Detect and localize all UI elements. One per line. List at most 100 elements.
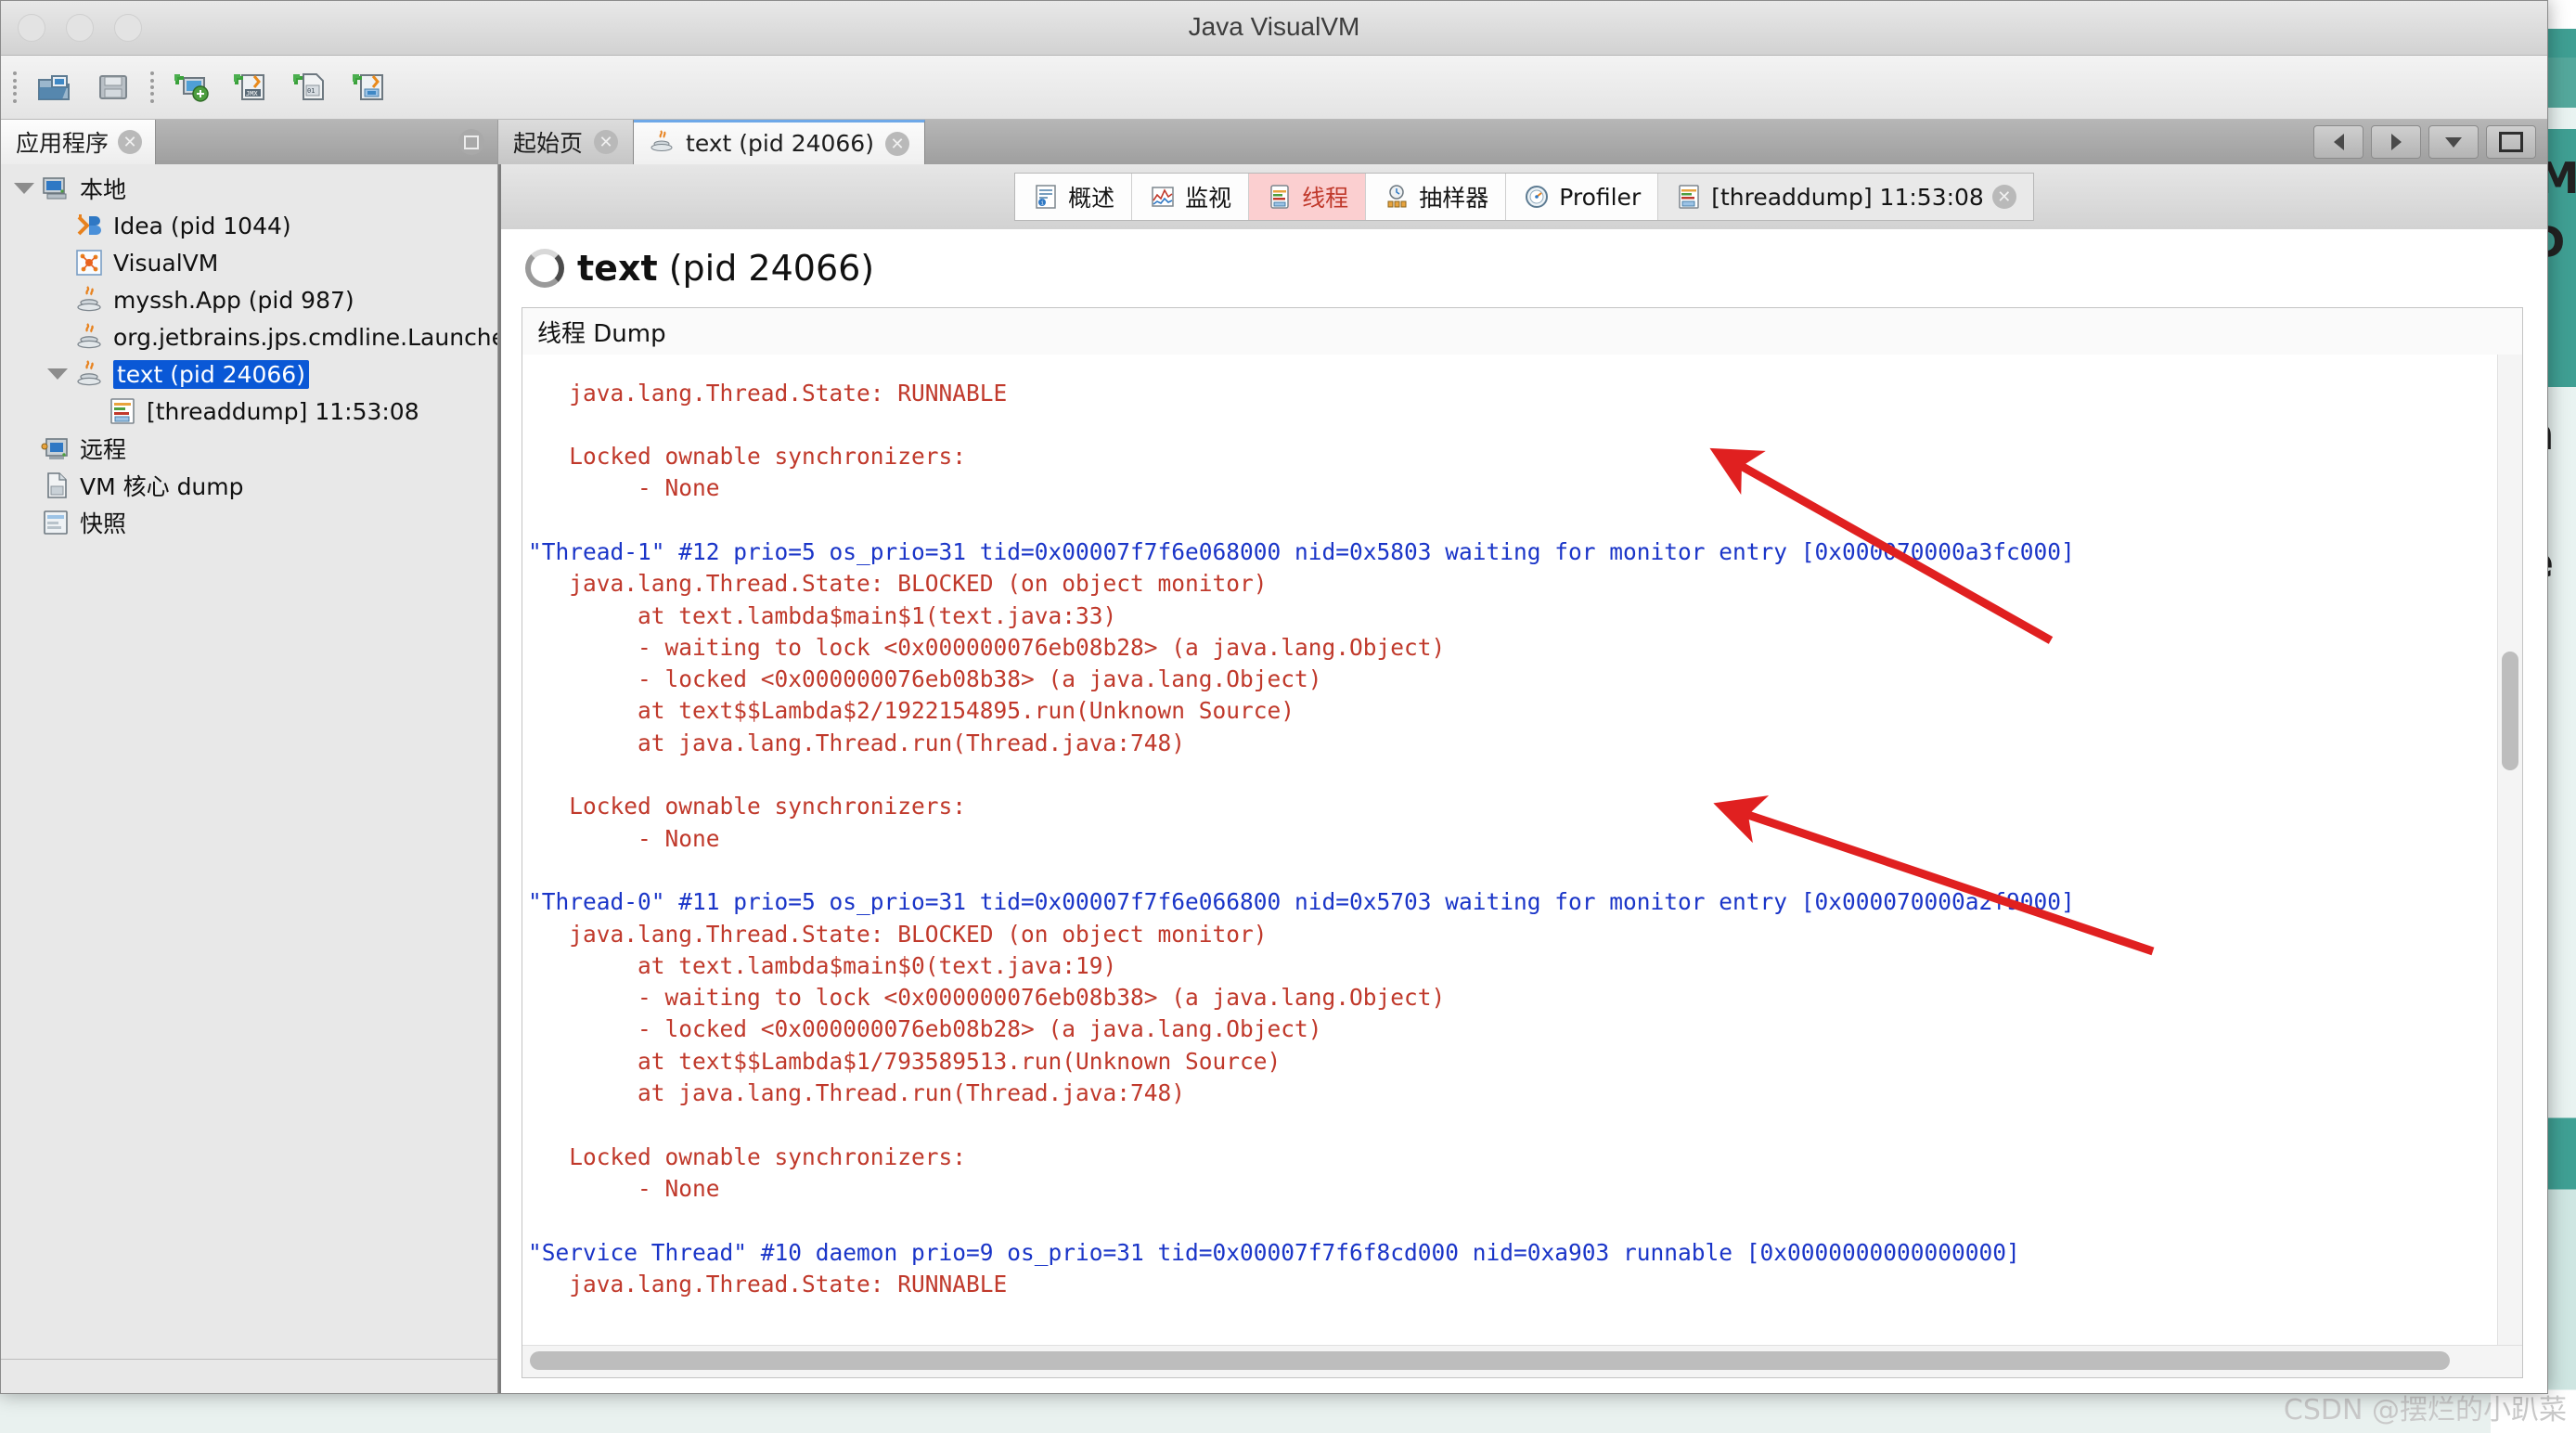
applications-tab-row: 应用程序 ✕ [1,120,497,164]
tab-sampler-label: 抽样器 [1419,185,1489,212]
tree-item-9[interactable]: 快照 [1,504,497,541]
tab-scroll-right-button[interactable] [2371,125,2421,159]
page-title-pid: (pid 24066) [657,248,875,289]
tab-profiler-label: Profiler [1559,183,1642,211]
chevron-down-icon[interactable] [45,362,70,386]
tree-item-5[interactable]: text (pid 24066) [1,355,497,393]
maximize-panel-button[interactable] [2486,125,2536,159]
svg-text:i: i [1041,200,1045,207]
save-icon[interactable] [88,62,138,112]
dump-line: java.lang.Thread.State: BLOCKED (on obje… [528,920,1268,948]
thread-dump-scroll-area[interactable]: java.lang.Thread.State: RUNNABLE Locked … [522,355,2522,1345]
tree-item-7[interactable]: 远程 [1,430,497,467]
tab-scroll-left-button[interactable] [2313,125,2363,159]
window-body: 应用程序 ✕ 本地 Idea (pid 1044) VisualVM myssh.Ap… [1,120,2547,1393]
tree-item-label: VM 核心 dump [80,473,244,500]
tree-item-2[interactable]: VisualVM [1,244,497,281]
dump-line: java.lang.Thread.State: BLOCKED (on obje… [528,570,1268,598]
tab-text-pid[interactable]: text (pid 24066) ✕ [634,120,925,164]
open-file-icon[interactable] [29,62,79,112]
tab-start-page[interactable]: 起始页 ✕ [498,120,635,164]
tab-start-page-label: 起始页 [513,130,584,157]
add-jmx-connection-icon[interactable]: JMX [225,62,276,112]
coredump-icon [40,470,71,501]
dump-line: Locked ownable synchronizers: [528,1143,967,1170]
tree-item-3[interactable]: myssh.App (pid 987) [1,281,497,318]
svg-text:JMX: JMX [246,90,258,97]
dump-line: at java.lang.Thread.run(Thread.java:748) [528,1079,1186,1107]
tree-item-4[interactable]: org.jetbrains.jps.cmdline.Launcher ( [1,318,497,355]
java-icon [73,358,105,390]
dump-thread-header: "Thread-1" #12 prio=5 os_prio=31 tid=0x0… [528,537,2075,565]
tab-profiler[interactable]: Profiler [1506,174,1659,220]
close-icon[interactable]: ✕ [1991,185,2016,209]
vertical-scrollbar[interactable] [2497,355,2522,1345]
add-heapdump-icon[interactable] [344,62,394,112]
toolbar-grip-2[interactable] [148,69,157,106]
thread-dump-text[interactable]: java.lang.Thread.State: RUNNABLE Locked … [522,378,2497,1323]
window-title-bar: Java VisualVM [1,1,2547,56]
tab-monitor-label: 监视 [1185,185,1232,212]
dump-line: - None [528,474,720,502]
tab-overview[interactable]: i 概述 [1015,174,1133,220]
tab-threaddump[interactable]: [threaddump] 11:53:08 ✕ [1658,174,2033,220]
tab-threads-label: 线程 [1302,185,1349,212]
threads-icon [1266,183,1294,211]
tab-applications-label: 应用程序 [16,130,109,157]
visualvm-window: Java VisualVM JMX 01 应用程序 ✕ 本地 Idea (pid… [0,0,2548,1394]
thread-dump-box: 线程 Dump java.lang.Thread.State: RUNNABLE… [522,307,2523,1378]
content-area: i 概述 监视 线程 抽样器 Profiler [threaddump] 11:… [498,164,2547,1393]
tab-list-dropdown-button[interactable] [2428,125,2479,159]
dump-thread-header: "Thread-0" #11 prio=5 os_prio=31 tid=0x0… [528,888,2075,916]
window-title: Java VisualVM [1188,12,1360,41]
applications-panel: 应用程序 ✕ 本地 Idea (pid 1044) VisualVM myssh.Ap… [1,120,498,1393]
dump-line: at text$$Lambda$2/1922154895.run(Unknown… [528,697,1295,725]
applications-panel-footer [1,1359,497,1393]
horizontal-scrollbar-thumb[interactable] [530,1351,2450,1370]
close-icon[interactable]: ✕ [594,130,619,154]
sub-tab-bar: i 概述 监视 线程 抽样器 Profiler [threaddump] 11:… [501,164,2547,229]
idea-icon [73,210,105,241]
tab-applications[interactable]: 应用程序 ✕ [1,120,157,164]
close-icon[interactable]: ✕ [884,131,909,156]
applications-tab-filler [156,120,497,164]
dump-line: - locked <0x000000076eb08b38> (a java.la… [528,665,1322,693]
vertical-scrollbar-thumb[interactable] [2502,652,2518,770]
dump-thread-header: "Service Thread" #10 daemon prio=9 os_pr… [528,1238,2020,1266]
tree-item-8[interactable]: VM 核心 dump [1,467,497,504]
tab-sampler[interactable]: 抽样器 [1366,174,1507,220]
threaddump-icon [1675,183,1703,211]
java-icon [73,284,105,316]
chevron-down-icon[interactable] [12,176,36,200]
dump-line: - waiting to lock <0x000000076eb08b28> (… [528,633,1446,661]
visualvm-icon [73,247,105,278]
dump-line: at text.lambda$main$0(text.java:19) [528,951,1117,979]
tree-item-label: VisualVM [113,249,219,277]
close-icon[interactable]: ✕ [118,130,143,154]
sampler-icon [1383,183,1410,211]
tab-threads[interactable]: 线程 [1249,174,1367,220]
document-tab-row: 起始页 ✕ text (pid 24066) ✕ [498,120,2547,164]
tree-item-label: 快照 [80,510,127,537]
tree-item-0[interactable]: 本地 [1,170,497,207]
sub-tabs[interactable]: i 概述 监视 线程 抽样器 Profiler [threaddump] 11:… [1014,173,2034,221]
applications-tree[interactable]: 本地 Idea (pid 1044) VisualVM myssh.App (pid … [1,164,497,1359]
add-vm-coredump-icon[interactable]: 01 [285,62,335,112]
toolbar-grip[interactable] [10,69,19,106]
add-jmx-host-icon[interactable] [166,62,216,112]
tree-item-label: myssh.App (pid 987) [113,286,354,314]
minimize-panel-icon[interactable] [458,129,484,155]
computer-icon [40,173,71,204]
tab-threaddump-label: [threaddump] 11:53:08 [1711,183,1984,211]
tree-item-1[interactable]: Idea (pid 1044) [1,207,497,244]
loading-spinner-icon [525,249,564,288]
java-icon [649,128,675,160]
horizontal-scrollbar[interactable] [522,1345,2522,1377]
tree-item-6[interactable]: [threaddump] 11:53:08 [1,393,497,430]
tree-item-label: 本地 [80,176,127,203]
tab-monitor[interactable]: 监视 [1132,174,1250,220]
